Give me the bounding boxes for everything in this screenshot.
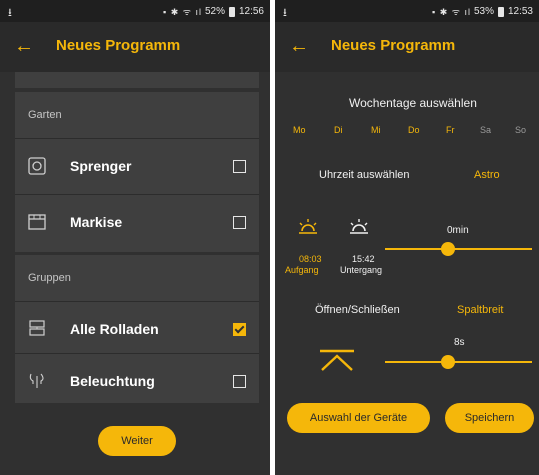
gap-slider-track[interactable] [385, 361, 532, 363]
save-button[interactable]: Speichern [445, 403, 534, 433]
day-mo[interactable]: Mo [293, 125, 306, 135]
time-title: Uhrzeit auswählen [319, 169, 410, 181]
battery-percent: 53% [473, 6, 494, 17]
open-close-icon [319, 349, 355, 376]
gap-value: 8s [454, 337, 465, 348]
sunrise-icon[interactable] [297, 218, 319, 241]
download-icon: ⭳ [8, 7, 12, 19]
checkbox-markise[interactable] [233, 216, 246, 229]
app-bar: ← Neues Programm [275, 22, 539, 72]
select-devices-button[interactable]: Auswahl der Geräte [287, 403, 430, 433]
page-title: Neues Programm [56, 37, 181, 54]
open-close-title: Öffnen/Schließen [315, 304, 400, 316]
status-icons: ▪ ✱ ᯤ ıl [432, 7, 471, 17]
device-row-markise[interactable]: Markise [15, 194, 259, 250]
checkbox-beleuchtung[interactable] [233, 375, 246, 388]
download-icon: ⭳ [283, 7, 287, 19]
day-fr[interactable]: Fr [446, 125, 455, 135]
checkbox-sprenger[interactable] [233, 160, 246, 173]
offset-slider-thumb[interactable] [441, 242, 456, 256]
device-label: Sprenger [70, 158, 132, 174]
status-bar: ⭳ ▪ ✱ ᯤ ıl 52% 12:56 [0, 0, 270, 22]
battery-percent: 52% [204, 6, 225, 17]
sunset-time: 15:42 [352, 254, 375, 264]
offset-value: 0min [447, 225, 469, 236]
astro-toggle[interactable]: Astro [474, 169, 500, 181]
checkbox-alle-rolladen[interactable] [233, 323, 246, 336]
back-arrow-icon[interactable]: ← [289, 34, 309, 58]
battery-icon [228, 6, 235, 17]
sunset-label: Untergang [340, 265, 383, 275]
previous-card [15, 72, 259, 88]
device-label: Beleuchtung [70, 373, 155, 389]
status-bar: ⭳ ▪ ✱ ᯤ ıl 53% 12:53 [275, 0, 539, 22]
offset-slider-track[interactable] [385, 248, 532, 250]
lights-icon [27, 371, 47, 391]
day-so[interactable]: So [515, 125, 526, 135]
status-time: 12:53 [507, 6, 533, 17]
battery-icon [497, 6, 504, 17]
back-arrow-icon[interactable]: ← [14, 34, 34, 58]
app-bar: ← Neues Programm [0, 22, 270, 72]
section-header-garten: Garten [28, 109, 62, 121]
shutters-icon [27, 319, 47, 339]
device-row-beleuchtung[interactable]: Beleuchtung [15, 353, 259, 405]
section-header-gruppen: Gruppen [28, 272, 71, 284]
sunrise-label: Aufgang [285, 265, 319, 275]
device-row-alle-rolladen[interactable]: Alle Rolladen [15, 301, 259, 353]
day-do[interactable]: Do [408, 125, 420, 135]
right-screen: ⭳ ▪ ✱ ᯤ ıl 53% 12:53 ← Neues Programm Wo… [275, 0, 539, 475]
garden-card: Garten Sprenger Markise [15, 92, 259, 252]
day-mi[interactable]: Mi [371, 125, 381, 135]
device-row-sprenger[interactable]: Sprenger [15, 138, 259, 194]
day-sa[interactable]: Sa [480, 125, 491, 135]
groups-card: Gruppen Alle Rolladen Beleuchtung [15, 255, 259, 403]
sunrise-time: 08:03 [299, 254, 322, 264]
awning-icon [27, 212, 47, 232]
weekdays-title: Wochentage auswählen [349, 96, 477, 110]
gap-slider-thumb[interactable] [441, 355, 456, 369]
next-button[interactable]: Weiter [98, 426, 176, 456]
device-label: Markise [70, 214, 123, 230]
gap-toggle[interactable]: Spaltbreit [457, 304, 503, 316]
page-title: Neues Programm [331, 37, 456, 54]
left-screen: ⭳ ▪ ✱ ᯤ ıl 52% 12:56 ← Neues Programm Ga… [0, 0, 270, 475]
sunset-icon[interactable] [348, 218, 370, 241]
sprinkler-icon [27, 156, 47, 176]
day-di[interactable]: Di [334, 125, 343, 135]
status-time: 12:56 [238, 6, 264, 17]
status-icons: ▪ ✱ ᯤ ıl [163, 7, 202, 17]
device-label: Alle Rolladen [70, 321, 159, 337]
